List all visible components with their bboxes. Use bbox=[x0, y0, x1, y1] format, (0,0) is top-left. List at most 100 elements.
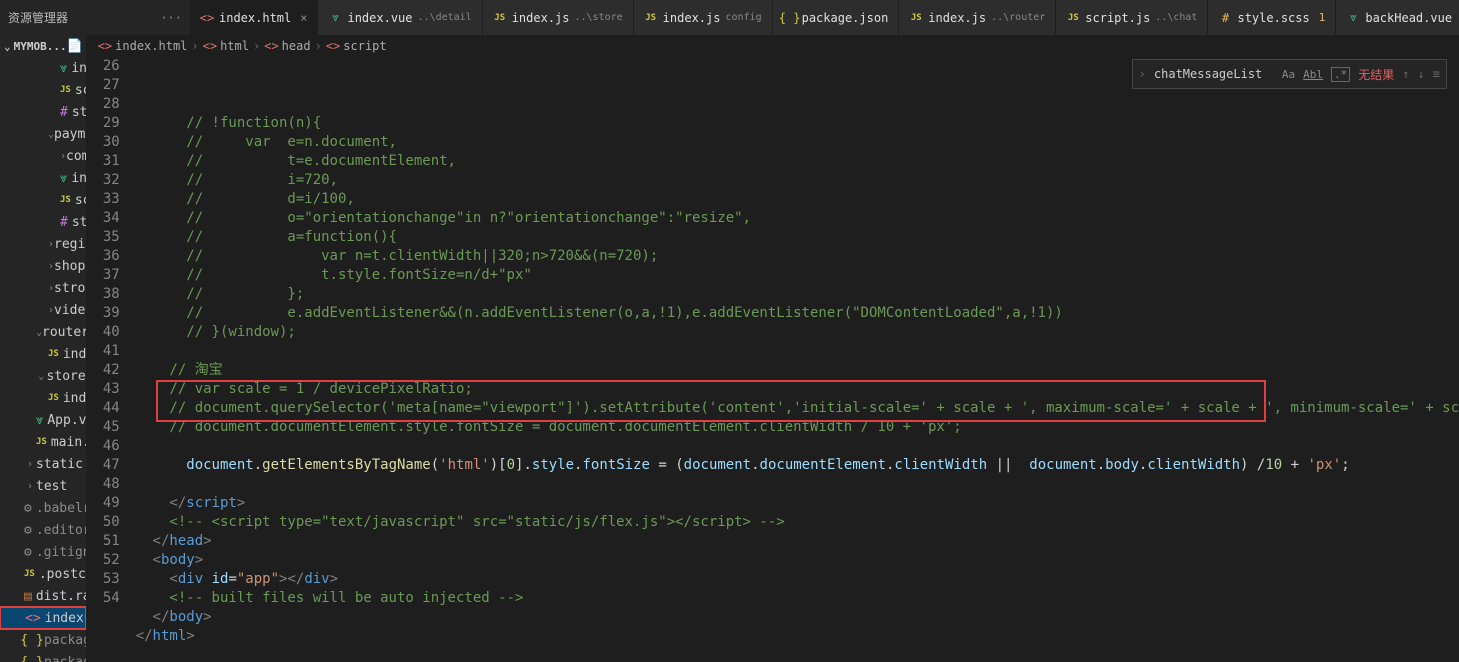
code-line[interactable]: // t.style.fontSize=n/d+"px" bbox=[136, 266, 1459, 285]
code-line[interactable]: <div id="app"></div> bbox=[136, 570, 1459, 589]
tree-folder[interactable]: ⌄store bbox=[0, 365, 86, 387]
tree-file[interactable]: <>index.html bbox=[0, 607, 86, 629]
tab-label: index.html bbox=[219, 11, 291, 25]
tree-folder[interactable]: ›videos bbox=[0, 299, 86, 321]
tab[interactable]: <> index.html × bbox=[190, 0, 318, 35]
breadcrumb-item[interactable]: <>index.html bbox=[98, 39, 188, 53]
config-icon: ⚙ bbox=[24, 523, 32, 538]
find-widget[interactable]: › chatMessageList Aa Abl .* 无结果 ↑ ↓ ≡ bbox=[1132, 59, 1447, 89]
tab[interactable]: { } package.json bbox=[773, 0, 900, 35]
more-icon[interactable]: ··· bbox=[160, 11, 182, 25]
regex-icon[interactable]: .* bbox=[1331, 67, 1350, 82]
whole-word-icon[interactable]: Abl bbox=[1303, 68, 1323, 81]
code-line[interactable] bbox=[136, 475, 1459, 494]
tree-folder[interactable]: ›register bbox=[0, 233, 86, 255]
code-line[interactable]: // t=e.documentElement, bbox=[136, 152, 1459, 171]
code-line[interactable]: </html> bbox=[136, 627, 1459, 646]
code-line[interactable]: // e.addEventListener&&(n.addEventListen… bbox=[136, 304, 1459, 323]
project-row[interactable]: ⌄MYMOB... 📄 📁 ⟳ ⊟ bbox=[0, 35, 86, 57]
code-line[interactable]: </head> bbox=[136, 532, 1459, 551]
code-line[interactable]: <!-- built files will be auto injected -… bbox=[136, 589, 1459, 608]
sidebar-header: 资源管理器 ··· bbox=[0, 0, 190, 35]
tree-label: .babelrc bbox=[36, 501, 86, 516]
code-line[interactable]: // }; bbox=[136, 285, 1459, 304]
tab[interactable]: JS index.js ..\router bbox=[899, 0, 1056, 35]
code-line[interactable] bbox=[136, 437, 1459, 456]
code-line[interactable]: document.getElementsByTagName('html')[0]… bbox=[136, 456, 1459, 475]
tag-icon: <> bbox=[203, 39, 217, 53]
code-line[interactable] bbox=[136, 342, 1459, 361]
close-icon[interactable]: × bbox=[300, 11, 307, 25]
new-file-icon[interactable]: 📄 bbox=[67, 39, 83, 54]
code-line[interactable]: // i=720, bbox=[136, 171, 1459, 190]
breadcrumb-sep: › bbox=[315, 39, 322, 53]
match-case-icon[interactable]: Aa bbox=[1282, 68, 1295, 81]
tree-file[interactable]: ⩔App.vue bbox=[0, 409, 86, 431]
code-line[interactable]: // document.querySelector('meta[name="vi… bbox=[136, 399, 1459, 418]
code-line[interactable]: </script> bbox=[136, 494, 1459, 513]
tab-label: package.json bbox=[802, 11, 889, 25]
tree-file[interactable]: JSscript.js bbox=[0, 189, 86, 211]
tree-file[interactable]: ⚙.babelrc bbox=[0, 497, 86, 519]
js-icon: JS bbox=[60, 85, 71, 95]
tree-file[interactable]: ⚙.gitignore bbox=[0, 541, 86, 563]
tree-folder[interactable]: ⌄payment bbox=[0, 123, 86, 145]
next-match-icon[interactable]: ↓ bbox=[1418, 67, 1425, 81]
chevron-right-icon[interactable]: › bbox=[1139, 67, 1146, 81]
tree-folder[interactable]: ›shoppingCart bbox=[0, 255, 86, 277]
tree-file[interactable]: JSmain.js bbox=[0, 431, 86, 453]
tree-folder[interactable]: ›components bbox=[0, 145, 86, 167]
tree-folder[interactable]: ›strollAround bbox=[0, 277, 86, 299]
breadcrumb-sep: › bbox=[191, 39, 198, 53]
breadcrumb-item[interactable]: <>html bbox=[203, 39, 249, 53]
tree-label: router bbox=[42, 325, 86, 340]
tab[interactable]: # style.scss 1 bbox=[1208, 0, 1336, 35]
tree-file[interactable]: ⩔index.vue bbox=[0, 167, 86, 189]
tree-file[interactable]: { }package.json bbox=[0, 651, 86, 662]
tree-file[interactable]: ⚙.editorconfig bbox=[0, 519, 86, 541]
code-line[interactable]: // d=i/100, bbox=[136, 190, 1459, 209]
code-line[interactable]: <!-- <script type="text/javascript" src=… bbox=[136, 513, 1459, 532]
code-line[interactable] bbox=[136, 646, 1459, 662]
tab[interactable]: JS script.js ..\chat bbox=[1056, 0, 1208, 35]
tree-label: components bbox=[66, 149, 86, 164]
editor: <>index.html›<>html›<>head›<>script › ch… bbox=[86, 35, 1459, 662]
selection-icon[interactable]: ≡ bbox=[1433, 67, 1440, 81]
code-line[interactable]: // a=function(){ bbox=[136, 228, 1459, 247]
tree-file[interactable]: JS.postcssrc.js bbox=[0, 563, 86, 585]
code-content[interactable]: // !function(n){ // var e=n.document, //… bbox=[136, 57, 1459, 662]
code-line[interactable]: // document.documentElement.style.fontSi… bbox=[136, 418, 1459, 437]
code-line[interactable]: // }(window); bbox=[136, 323, 1459, 342]
breadcrumb-item[interactable]: <>script bbox=[326, 39, 387, 53]
tree-label: shoppingCart bbox=[54, 259, 86, 274]
tab[interactable]: JS index.js ..\store bbox=[483, 0, 634, 35]
code-line[interactable]: <body> bbox=[136, 551, 1459, 570]
code-line[interactable]: // 淘宝 bbox=[136, 361, 1459, 380]
css-icon: # bbox=[60, 105, 68, 120]
code-line[interactable]: // o="orientationchange"in n?"orientatio… bbox=[136, 209, 1459, 228]
tree-file[interactable]: #style.scss bbox=[0, 211, 86, 233]
prev-match-icon[interactable]: ↑ bbox=[1402, 67, 1409, 81]
tree-file[interactable]: { }package-lock.json bbox=[0, 629, 86, 651]
tree-file[interactable]: JSindex.js bbox=[0, 343, 86, 365]
code-line[interactable]: </body> bbox=[136, 608, 1459, 627]
tree-folder[interactable]: ⌄router bbox=[0, 321, 86, 343]
search-input[interactable]: chatMessageList bbox=[1154, 67, 1274, 81]
js-icon: JS bbox=[48, 349, 59, 359]
tab[interactable]: JS index.js config bbox=[634, 0, 773, 35]
code-line[interactable]: // !function(n){ bbox=[136, 114, 1459, 133]
tree-file[interactable]: #style.scss bbox=[0, 101, 86, 123]
code-line[interactable]: // var e=n.document, bbox=[136, 133, 1459, 152]
tree-file[interactable]: JSscript.js bbox=[0, 79, 86, 101]
tree-folder[interactable]: ›static bbox=[0, 453, 86, 475]
tree-file[interactable]: ▤dist.rar bbox=[0, 585, 86, 607]
code-line[interactable]: // var scale = 1 / devicePixelRatio; bbox=[136, 380, 1459, 399]
tab[interactable]: ⩔ backHead.vue bbox=[1336, 0, 1459, 35]
code-line[interactable]: // var n=t.clientWidth||320;n>720&&(n=72… bbox=[136, 247, 1459, 266]
tree-file[interactable]: JSindex.js bbox=[0, 387, 86, 409]
tab[interactable]: ⩔ index.vue ..\detail bbox=[318, 0, 482, 35]
tree-folder[interactable]: ›test bbox=[0, 475, 86, 497]
breadcrumb-item[interactable]: <>head bbox=[264, 39, 310, 53]
tree-file[interactable]: ⩔index.vue bbox=[0, 57, 86, 79]
tree-label: store bbox=[47, 369, 86, 384]
